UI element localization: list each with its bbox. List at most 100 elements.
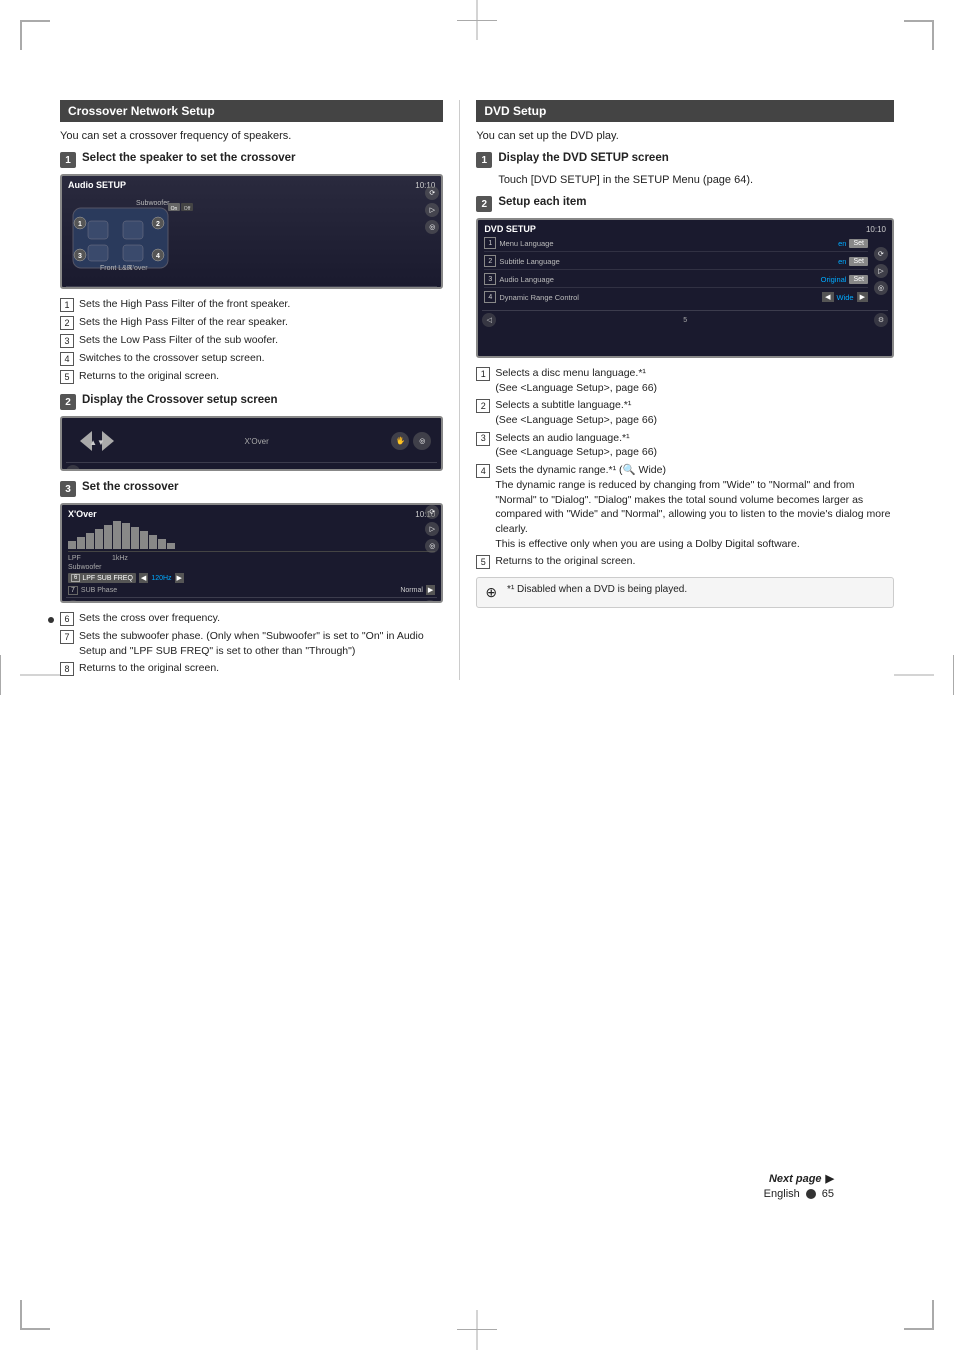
annotation-3-6: 6 Sets the cross over frequency. bbox=[60, 611, 443, 626]
xover-side-icons: ⟳ ▷ ◎ bbox=[425, 505, 439, 553]
right-column: DVD Setup You can set up the DVD play. 1… bbox=[460, 100, 894, 680]
dvd-ann-num-4: 4 bbox=[476, 464, 490, 478]
freq-right-btn[interactable]: ▶ bbox=[175, 573, 184, 583]
dvd-ann-num-1: 1 bbox=[476, 367, 490, 381]
crossover-arrows-svg: ▲▼ bbox=[72, 426, 122, 456]
svg-text:2: 2 bbox=[156, 221, 160, 228]
dvd-ann-text-3: Selects an audio language.*¹ (See <Langu… bbox=[495, 431, 657, 460]
ann-num-1-1: 1 bbox=[60, 298, 74, 312]
dvd-row-1-num: 1 bbox=[484, 237, 496, 249]
step-3-label: Set the crossover bbox=[82, 481, 179, 493]
crosshair-left-v bbox=[0, 655, 1, 695]
dvd-annotation-5: 5 Returns to the original screen. bbox=[476, 554, 894, 569]
phase-right-btn[interactable]: ▶ bbox=[426, 585, 435, 595]
right-section-title: DVD Setup bbox=[484, 104, 546, 118]
dvd-row-4-left[interactable]: ◀ bbox=[822, 292, 833, 302]
annotation-3-7: 7 Sets the subwoofer phase. (Only when "… bbox=[60, 629, 443, 658]
svg-text:4: 4 bbox=[156, 253, 160, 260]
note-item-1: *¹ Disabled when a DVD is being played. bbox=[507, 584, 687, 595]
xover-subwoofer-label: Subwoofer bbox=[68, 564, 435, 571]
step-1-annotations: 1 Sets the High Pass Filter of the front… bbox=[60, 297, 443, 384]
dvd-step-2-label: Setup each item bbox=[498, 196, 586, 208]
xover-lpf-label: LPF 1kHz bbox=[68, 555, 435, 562]
ann-text-3-6: Sets the cross over frequency. bbox=[79, 611, 220, 626]
speaker-diagram-svg: 1 2 3 4 Subwoofer Front L&R bbox=[68, 193, 198, 281]
dvd-ann-text-4: Sets the dynamic range.*¹ (🔍 Wide) The d… bbox=[495, 463, 894, 551]
crosshair-top-v bbox=[477, 0, 478, 40]
screen-bottom-bar-1: ◁ 5 ⚙ bbox=[66, 286, 437, 289]
step-2-label: Display the Crossover setup screen bbox=[82, 394, 278, 406]
xover-icon-1: ⟳ bbox=[425, 505, 439, 519]
dvd-row-1-set[interactable]: Set bbox=[849, 239, 868, 248]
dvd-screen-num: 5 bbox=[683, 317, 687, 324]
dvd-row-4: 4 Dynamic Range Control ◀ Wide ▶ bbox=[484, 291, 868, 305]
dvd-row-3-value: Original bbox=[821, 275, 847, 284]
dvd-ann-num-3: 3 bbox=[476, 432, 490, 446]
ann-num-1-5: 5 bbox=[60, 370, 74, 384]
xover-back-btn2: ◁ bbox=[66, 600, 80, 603]
screen-icon-2: ▷ bbox=[425, 203, 439, 217]
crosshair-left-h bbox=[20, 675, 60, 676]
dvd-row-3-set[interactable]: Set bbox=[849, 275, 868, 284]
xover-icon-2: ▷ bbox=[425, 522, 439, 536]
left-section-header: Crossover Network Setup bbox=[60, 100, 443, 122]
lpf-sub-freq-btn[interactable]: 6 LPF SUB FREQ bbox=[68, 573, 136, 583]
dvd-row-4-value: Wide bbox=[837, 293, 854, 302]
page-number: 65 bbox=[822, 1188, 834, 1200]
dvd-icon-1: ⟳ bbox=[874, 247, 888, 261]
sub-phase-num: 7 bbox=[68, 586, 78, 595]
page-footer: Next page ▶ English 65 bbox=[764, 1172, 834, 1200]
dvd-settings-btn: ⚙ bbox=[874, 313, 888, 327]
dvd-step-1-desc: Touch [DVD SETUP] in the SETUP Menu (pag… bbox=[498, 174, 894, 186]
dvd-row-1-value: en bbox=[838, 239, 846, 248]
audio-setup-screen: Audio SETUP 10:10 bbox=[60, 174, 443, 289]
dvd-row-3: 3 Audio Language Original Set bbox=[484, 273, 868, 288]
next-page-text: Next page bbox=[769, 1173, 822, 1185]
reg-mark-br bbox=[904, 1300, 934, 1330]
svg-text:▲▼: ▲▼ bbox=[89, 438, 105, 447]
dvd-icon-3: ◎ bbox=[874, 281, 888, 295]
freq-value: 120Hz bbox=[151, 575, 171, 582]
annotation-1-1: 1 Sets the High Pass Filter of the front… bbox=[60, 297, 443, 312]
dvd-step-2-header: 2 Setup each item bbox=[476, 196, 894, 212]
ann-text-1-5: Returns to the original screen. bbox=[79, 369, 219, 384]
next-page-arrow: ▶ bbox=[826, 1172, 834, 1185]
dvd-back-btn: ◁ bbox=[482, 313, 496, 327]
xover-label-inline: X'Over bbox=[245, 437, 269, 446]
crossover-icon-2: ◎ bbox=[413, 432, 431, 450]
dvd-row-1-label: Menu Language bbox=[499, 239, 553, 248]
dvd-ann-num-5: 5 bbox=[476, 555, 490, 569]
dvd-row-4-right[interactable]: ▶ bbox=[857, 292, 868, 302]
dvd-row-1: 1 Menu Language en Set bbox=[484, 237, 868, 252]
annotation-1-4: 4 Switches to the crossover setup screen… bbox=[60, 351, 443, 366]
next-page-label: Next page ▶ bbox=[764, 1172, 834, 1185]
dvd-step-1-num: 1 bbox=[476, 152, 492, 168]
step-2-num: 2 bbox=[60, 394, 76, 410]
page-number-line: English 65 bbox=[764, 1188, 834, 1200]
ann-text-1-4: Switches to the crossover setup screen. bbox=[79, 351, 265, 366]
dvd-ann-text-5: Returns to the original screen. bbox=[495, 554, 635, 569]
audio-setup-title: Audio SETUP bbox=[68, 180, 126, 190]
ann-text-3-7: Sets the subwoofer phase. (Only when "Su… bbox=[79, 629, 443, 658]
step-3-header: 3 Set the crossover bbox=[60, 481, 443, 497]
dvd-row-2-label: Subtitle Language bbox=[499, 257, 559, 266]
dvd-row-2-set[interactable]: Set bbox=[849, 257, 868, 266]
svg-text:Subwoofer: Subwoofer bbox=[136, 200, 170, 207]
two-column-layout: Crossover Network Setup You can set a cr… bbox=[60, 100, 894, 680]
dvd-topbar: DVD SETUP 10:10 bbox=[482, 224, 888, 234]
dvd-annotation-4: 4 Sets the dynamic range.*¹ (🔍 Wide) The… bbox=[476, 463, 894, 551]
sub-phase-value: Normal bbox=[400, 587, 423, 594]
step-1-header: 1 Select the speaker to set the crossove… bbox=[60, 152, 443, 168]
xover-icon-3: ◎ bbox=[425, 539, 439, 553]
dvd-annotation-2: 2 Selects a subtitle language.*¹ (See <L… bbox=[476, 398, 894, 427]
lpf-sub-num: 6 bbox=[71, 574, 80, 582]
ann-num-3-6: 6 bbox=[60, 612, 74, 626]
freq-left-btn[interactable]: ◀ bbox=[139, 573, 148, 583]
left-section-intro: You can set a crossover frequency of spe… bbox=[60, 130, 443, 142]
reg-mark-bl bbox=[20, 1300, 50, 1330]
xover-topbar: X'Over 10:10 bbox=[66, 509, 437, 519]
crossover-setup-screen: ▲▼ X'Over 🖐 ◎ ◁ bbox=[60, 416, 443, 471]
page-content: Crossover Network Setup You can set a cr… bbox=[60, 100, 894, 1250]
annotation-3-8: 8 Returns to the original screen. bbox=[60, 661, 443, 676]
step-1-num: 1 bbox=[60, 152, 76, 168]
